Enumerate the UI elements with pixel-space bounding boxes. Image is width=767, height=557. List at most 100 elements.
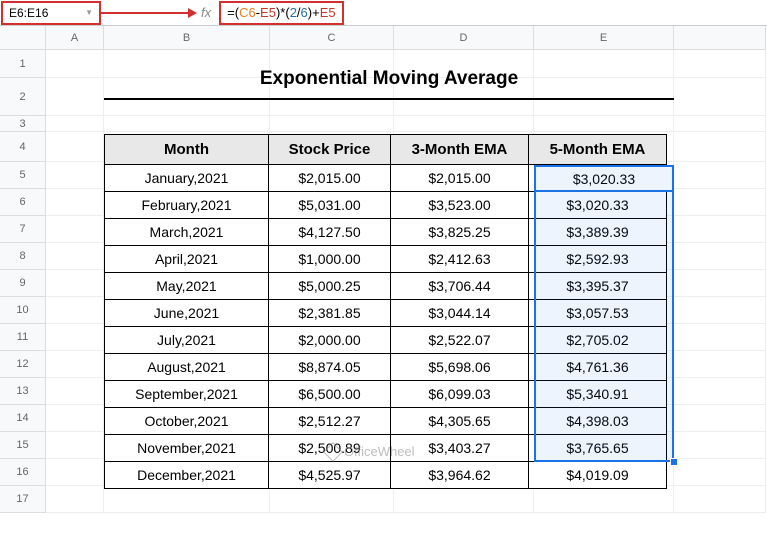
- cell-ema5[interactable]: $4,761.36: [529, 354, 667, 381]
- cell[interactable]: [46, 162, 104, 189]
- cell[interactable]: [270, 486, 394, 513]
- cell-price[interactable]: $2,015.00: [269, 165, 391, 192]
- cell-price[interactable]: $5,000.25: [269, 273, 391, 300]
- cell-price[interactable]: $2,381.85: [269, 300, 391, 327]
- cell-ema3[interactable]: $4,305.65: [391, 408, 529, 435]
- cell[interactable]: [674, 162, 766, 189]
- row-header-14[interactable]: 14: [0, 405, 46, 432]
- cell[interactable]: [534, 486, 674, 513]
- row-header-11[interactable]: 11: [0, 324, 46, 351]
- cell[interactable]: [674, 378, 766, 405]
- row-header-13[interactable]: 13: [0, 378, 46, 405]
- row-header-3[interactable]: 3: [0, 116, 46, 132]
- cell-ema3[interactable]: $3,964.62: [391, 462, 529, 489]
- row-header-10[interactable]: 10: [0, 297, 46, 324]
- cell[interactable]: [46, 243, 104, 270]
- cell-ema3[interactable]: $3,523.00: [391, 192, 529, 219]
- cell-month[interactable]: April,2021: [105, 246, 269, 273]
- cell[interactable]: [674, 132, 766, 162]
- cell-month[interactable]: August,2021: [105, 354, 269, 381]
- cell[interactable]: [674, 459, 766, 486]
- row-header-16[interactable]: 16: [0, 459, 46, 486]
- cell[interactable]: [46, 50, 104, 78]
- cell[interactable]: [674, 297, 766, 324]
- cell[interactable]: [674, 351, 766, 378]
- cell-price[interactable]: $5,031.00: [269, 192, 391, 219]
- cell-ema5[interactable]: $2,705.02: [529, 327, 667, 354]
- cell-ema5[interactable]: $4,398.03: [529, 408, 667, 435]
- cell-ema3[interactable]: $3,825.25: [391, 219, 529, 246]
- row-header-15[interactable]: 15: [0, 432, 46, 459]
- cell-month[interactable]: March,2021: [105, 219, 269, 246]
- cell[interactable]: [46, 486, 104, 513]
- cell[interactable]: [46, 189, 104, 216]
- cell-ema3[interactable]: $2,412.63: [391, 246, 529, 273]
- cell-ema5[interactable]: $2,015.00: [529, 165, 667, 192]
- cell-price[interactable]: $1,000.00: [269, 246, 391, 273]
- col-header-e[interactable]: E: [534, 26, 674, 50]
- header-month[interactable]: Month: [105, 135, 269, 165]
- cell-month[interactable]: July,2021: [105, 327, 269, 354]
- select-all-corner[interactable]: [0, 26, 46, 50]
- cell-month[interactable]: September,2021: [105, 381, 269, 408]
- cell-month[interactable]: June,2021: [105, 300, 269, 327]
- row-header-1[interactable]: 1: [0, 50, 46, 78]
- cell-ema5[interactable]: $5,340.91: [529, 381, 667, 408]
- cell-ema3[interactable]: $3,706.44: [391, 273, 529, 300]
- col-header-c[interactable]: C: [270, 26, 394, 50]
- cell-ema5[interactable]: $3,765.65: [529, 435, 667, 462]
- cell[interactable]: [46, 459, 104, 486]
- row-header-12[interactable]: 12: [0, 351, 46, 378]
- cell-price[interactable]: $2,512.27: [269, 408, 391, 435]
- cell[interactable]: [46, 116, 104, 132]
- cell[interactable]: [46, 216, 104, 243]
- formula-input[interactable]: = ( C6 - E5 ) * ( 2 / 6 ) + E5: [219, 1, 344, 25]
- cell-price[interactable]: $4,127.50: [269, 219, 391, 246]
- cell-price[interactable]: $2,000.00: [269, 327, 391, 354]
- cell-ema5[interactable]: $4,019.09: [529, 462, 667, 489]
- header-ema5[interactable]: 5-Month EMA: [529, 135, 667, 165]
- cell[interactable]: [674, 324, 766, 351]
- row-header-9[interactable]: 9: [0, 270, 46, 297]
- cell[interactable]: [394, 486, 534, 513]
- cell[interactable]: [104, 116, 270, 132]
- cell-month[interactable]: December,2021: [105, 462, 269, 489]
- cell[interactable]: [674, 116, 766, 132]
- cell-ema5[interactable]: $3,395.37: [529, 273, 667, 300]
- row-header-17[interactable]: 17: [0, 486, 46, 513]
- cell-ema5[interactable]: $3,389.39: [529, 219, 667, 246]
- col-header-b[interactable]: B: [104, 26, 270, 50]
- cell-price[interactable]: $8,874.05: [269, 354, 391, 381]
- cell-month[interactable]: October,2021: [105, 408, 269, 435]
- cell[interactable]: [674, 216, 766, 243]
- cell[interactable]: [46, 432, 104, 459]
- cell[interactable]: [674, 270, 766, 297]
- cell[interactable]: [674, 432, 766, 459]
- col-header-d[interactable]: D: [394, 26, 534, 50]
- name-box[interactable]: E6:E16 ▼: [1, 1, 101, 25]
- cell-ema3[interactable]: $5,698.06: [391, 354, 529, 381]
- cell[interactable]: [674, 50, 766, 78]
- cell-price[interactable]: $6,500.00: [269, 381, 391, 408]
- cell[interactable]: [46, 132, 104, 162]
- cell[interactable]: [394, 116, 534, 132]
- header-ema3[interactable]: 3-Month EMA: [391, 135, 529, 165]
- cell[interactable]: [674, 78, 766, 116]
- cell-month[interactable]: January,2021: [105, 165, 269, 192]
- cell-month[interactable]: November,2021: [105, 435, 269, 462]
- row-header-6[interactable]: 6: [0, 189, 46, 216]
- cell[interactable]: [46, 324, 104, 351]
- cell[interactable]: [674, 486, 766, 513]
- cell-ema5[interactable]: $3,020.33: [529, 192, 667, 219]
- row-header-4[interactable]: 4: [0, 132, 46, 162]
- cell-ema3[interactable]: $2,015.00: [391, 165, 529, 192]
- cell[interactable]: [104, 486, 270, 513]
- row-header-5[interactable]: 5: [0, 162, 46, 189]
- col-header-a[interactable]: A: [46, 26, 104, 50]
- fill-handle[interactable]: [670, 458, 678, 466]
- cell[interactable]: [46, 378, 104, 405]
- cell[interactable]: [270, 116, 394, 132]
- cell[interactable]: [46, 297, 104, 324]
- dropdown-icon[interactable]: ▼: [85, 8, 93, 17]
- row-header-7[interactable]: 7: [0, 216, 46, 243]
